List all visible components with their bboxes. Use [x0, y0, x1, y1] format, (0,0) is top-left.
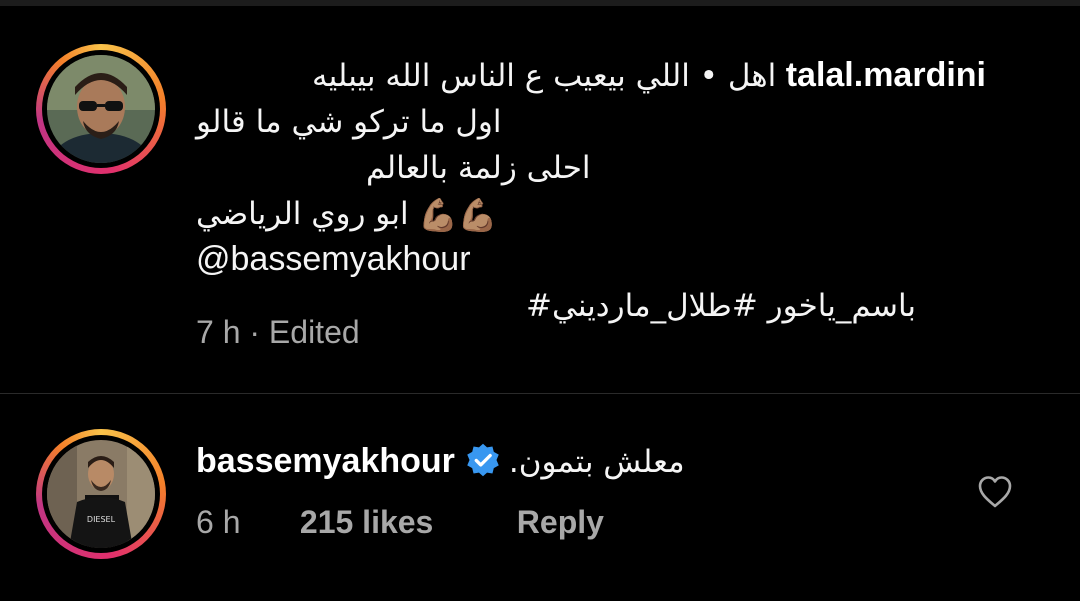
reply-meta: 6 h 215 likes Reply	[196, 504, 604, 541]
comment-line-4: ابو روي الرياضي 💪🏽💪🏽	[196, 190, 986, 236]
flexed-biceps-icon: 💪🏽💪🏽	[418, 197, 498, 234]
username-bassem[interactable]: bassemyakhour	[196, 442, 455, 480]
avatar-talal[interactable]	[47, 55, 155, 163]
comment-line-3: احلى زلمة بالعالم	[366, 150, 591, 186]
reply-body: bassemyakhour .معلش بتمون	[196, 438, 956, 484]
comment-meta: 7 h · Edited	[196, 314, 360, 350]
reply-line: bassemyakhour .معلش بتمون	[196, 442, 685, 480]
comment-line-1: اهل • اللي بيعيب ع الناس الله بيبليه tal…	[311, 56, 986, 94]
avatar-bassem[interactable]: DIESEL	[47, 440, 155, 548]
verified-badge-icon	[467, 443, 499, 477]
mention-bassemyakhour[interactable]: @bassemyakhour	[196, 236, 986, 282]
original-comment: اهل • اللي بيعيب ع الناس الله بيبليه tal…	[0, 6, 1080, 393]
comment-line-2: اول ما تركو شي ما قالو	[196, 104, 502, 140]
svg-text:DIESEL: DIESEL	[87, 515, 116, 524]
likes-count[interactable]: 215 likes	[300, 504, 508, 541]
story-ring[interactable]: DIESEL	[36, 429, 166, 559]
reply-comment: DIESEL bassemyakhour .معلش بتمون 6 h 215…	[0, 394, 1080, 601]
story-ring[interactable]	[36, 44, 166, 174]
username-talal[interactable]: talal.mardini	[786, 56, 986, 94]
reply-time: 6 h	[196, 504, 241, 540]
reply-button[interactable]: Reply	[517, 504, 604, 541]
heart-outline-icon[interactable]	[975, 472, 1015, 512]
comment-body: اهل • اللي بيعيب ع الناس الله بيبليه tal…	[196, 52, 986, 328]
